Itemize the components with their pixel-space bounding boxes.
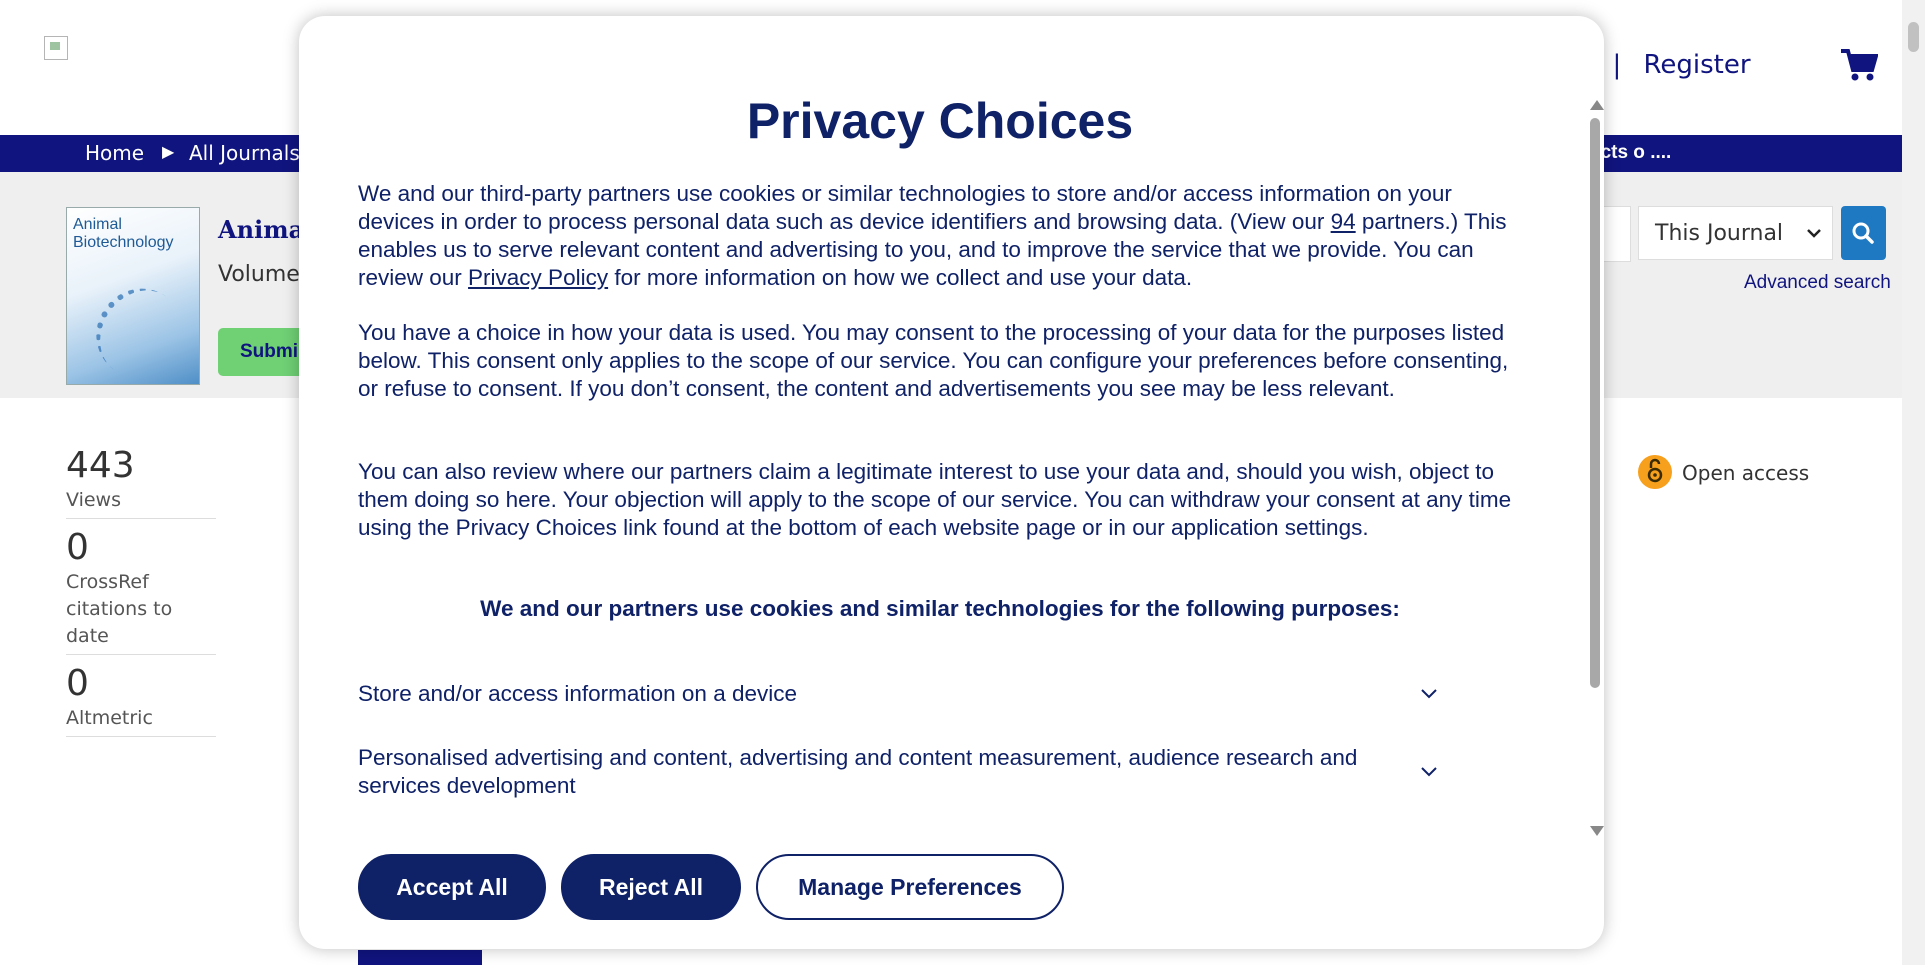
metric-value: 0 [66,663,89,704]
article-tab[interactable] [358,950,482,965]
register-link[interactable]: Register [1644,50,1751,80]
search-icon [1852,222,1874,244]
purpose-item-advertising[interactable]: Personalised advertising and content, ad… [358,744,1488,800]
search-scope-select[interactable]: This Journal [1638,206,1833,260]
privacy-policy-link[interactable]: Privacy Policy [468,265,608,290]
chevron-down-icon[interactable] [1420,766,1438,778]
reject-all-button[interactable]: Reject All [561,854,741,920]
journal-cover[interactable]: Animal Biotechnology [66,207,202,395]
metric-value: 0 [66,527,89,568]
intro-text-a: We and our third-party partners use cook… [358,181,1452,234]
intro-paragraph: We and our third-party partners use cook… [358,180,1528,292]
purpose-item-storage[interactable]: Store and/or access information on a dev… [358,680,1488,708]
open-access-icon [1638,455,1672,489]
chevron-down-icon[interactable] [1420,688,1438,700]
site-logo[interactable] [44,36,68,60]
breadcrumb-arrow-icon: ▶ [162,144,175,161]
manage-preferences-button[interactable]: Manage Preferences [756,854,1064,920]
link-separator: | [1612,50,1622,80]
page-scrollbar-thumb[interactable] [1908,22,1919,52]
legitimate-interest-paragraph: You can also review where our partners c… [358,459,1512,540]
intro-text-c: for more information on how we collect a… [608,265,1193,290]
cart-icon[interactable] [1840,48,1878,82]
accept-all-button[interactable]: Accept All [358,854,546,920]
metric-label[interactable]: Altmetric [66,705,216,737]
metric-value: 443 [66,445,135,486]
choice-paragraph: You have a choice in how your data is us… [358,320,1509,401]
breadcrumb-home[interactable]: Home [85,141,144,165]
breadcrumb-all-journals[interactable]: All Journals [189,141,300,165]
dna-image [78,271,202,395]
purpose-label: Store and/or access information on a dev… [358,681,797,706]
purposes-heading: We and our partners use cookies and simi… [480,596,1400,621]
dialog-scroll-area[interactable]: Privacy Choices We and our third-party p… [299,16,1589,831]
privacy-choices-dialog: Privacy Choices We and our third-party p… [299,16,1604,949]
dialog-title: Privacy Choices [746,93,1134,149]
search-button[interactable] [1841,206,1886,260]
purpose-label: Personalised advertising and content, ad… [358,745,1358,798]
metric-label[interactable]: CrossRef citations to date [66,569,216,655]
cover-title-line2: Biotechnology [73,234,174,251]
open-access-label: Open access [1682,461,1810,485]
advanced-search-link[interactable]: Advanced search [1744,272,1891,294]
page-scrollbar[interactable] [1902,0,1925,965]
partners-link[interactable]: 94 [1331,209,1356,234]
search-scope-value: This Journal [1655,221,1784,246]
article-metrics: 443 Views 0 CrossRef citations to date 0… [66,445,216,745]
scroll-down-arrow-icon[interactable] [1590,826,1604,836]
scroll-up-arrow-icon[interactable] [1590,100,1604,110]
cover-title-line1: Animal [73,216,122,233]
chevron-down-icon [1807,229,1821,238]
metric-label: Views [66,487,216,519]
volume-info: Volume [218,262,300,287]
dialog-scrollbar-thumb[interactable] [1590,118,1600,688]
dialog-scrollbar[interactable] [1587,100,1604,837]
search-input[interactable] [1600,206,1631,262]
